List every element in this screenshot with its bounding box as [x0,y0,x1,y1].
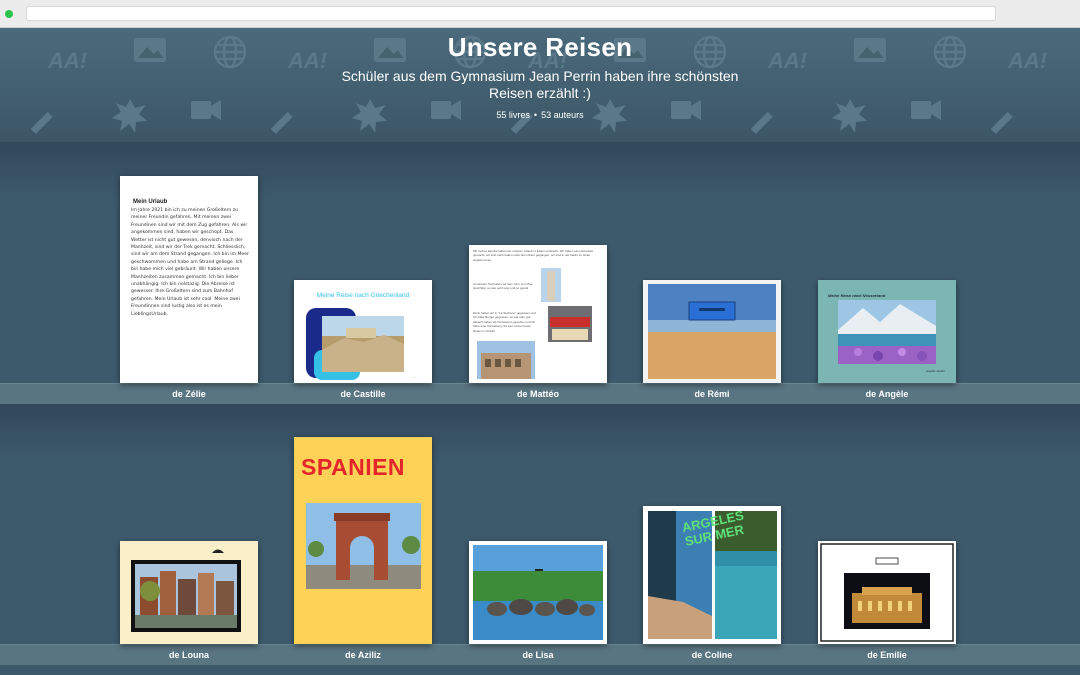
cover-title: Mein Urlaub [133,199,168,205]
book-cover-remi[interactable] [643,280,781,383]
elephants-photo [473,545,603,640]
book-cover-coline[interactable]: ARGELES SUR MER [643,506,781,644]
svg-text:—: — [412,375,415,379]
author-label[interactable]: de Emilie [818,650,956,660]
author-label[interactable]: de Louna [120,650,258,660]
author-label[interactable]: de Coline [643,650,781,660]
author-label[interactable]: de Angèle [818,389,956,399]
beach-photo [648,284,776,379]
cover-signature: Angèle Jeukin [926,369,945,373]
new-zealand-photo [838,300,936,364]
stats-separator: • [533,110,538,120]
book-cover-castille[interactable]: Meine Reise nach Griechenland — [294,280,432,383]
amsterdam-photo [131,549,241,632]
author-label[interactable]: de Zélie [120,389,258,399]
book-cover-louna[interactable] [120,541,258,644]
author-label[interactable]: de Aziliz [294,650,432,660]
library-stats: 55 livres • 53 auteurs [0,110,1080,120]
authors-count: 53 auteurs [541,110,584,120]
book-cover-emilie[interactable] [818,541,956,644]
book-cover-angele[interactable]: Meine Reise nach Neuseeland Angèle Jeuki… [818,280,956,383]
book-cover-matteo[interactable]: Mit meiner Familie haben wir unseren Url… [469,245,607,383]
page-subtitle: Schüler aus dem Gymnasium Jean Perrin ha… [341,68,739,101]
book-cover-aziliz[interactable]: SPANIEN [294,437,432,644]
italy-photos [477,268,592,379]
author-label[interactable]: de Rémi [643,389,781,399]
cover-text: Im Jahre 2021 bin ich zu meinen Großelte… [131,208,249,317]
page-header: AA! Unsere Reisen Schüler aus dem Gymnas… [0,28,1080,142]
opera-photo [820,543,954,642]
author-label[interactable]: de Mattéo [469,389,607,399]
arc-de-triomf-photo [306,503,421,589]
book-cover-zelie[interactable]: Mein Urlaub Im Jahre 2021 bin ich zu mei… [120,176,258,383]
author-label[interactable]: de Castille [294,389,432,399]
books-count: 55 livres [496,110,530,120]
address-bar[interactable] [26,6,996,21]
author-label[interactable]: de Lisa [469,650,607,660]
book-cover-lisa[interactable] [469,541,607,644]
status-dot-icon [5,10,13,18]
greece-photo-collage: — [306,308,415,380]
page-title: Unsere Reisen [447,32,633,62]
browser-toolbar [0,0,1080,28]
